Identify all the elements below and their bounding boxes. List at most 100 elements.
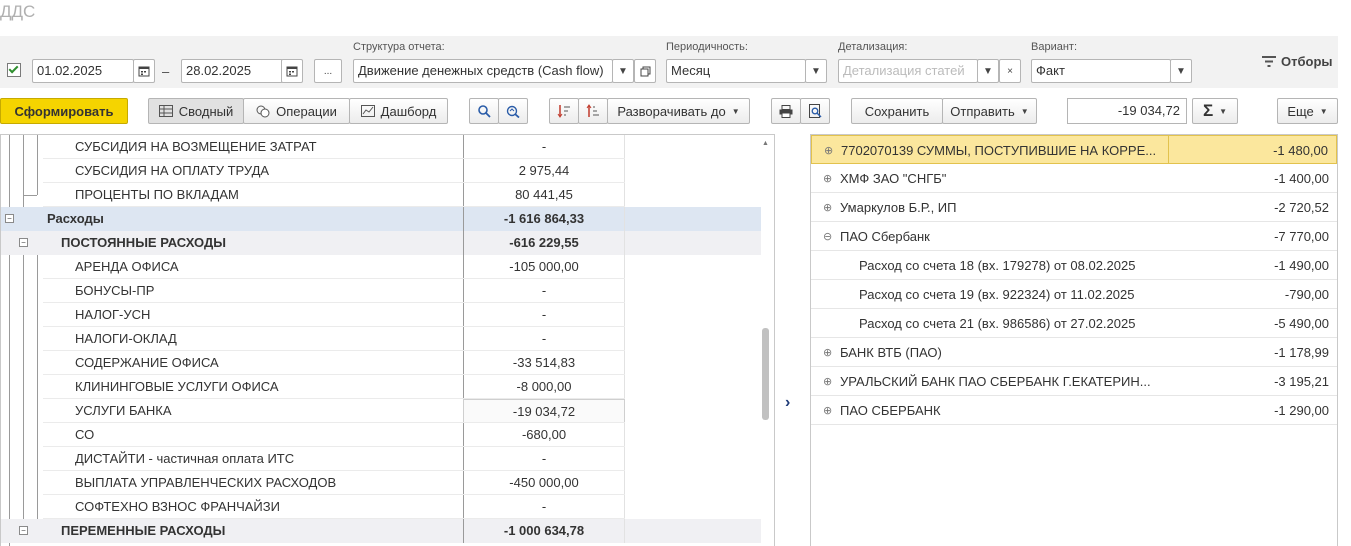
- calendar-to-icon[interactable]: [281, 59, 303, 83]
- scroll-up-icon[interactable]: ▲: [762, 140, 769, 147]
- filters-button[interactable]: Отборы: [1262, 54, 1333, 69]
- vertical-scrollbar[interactable]: ▲: [761, 140, 771, 546]
- periodicity-label: Периодичность:: [666, 41, 748, 53]
- period-choose-button[interactable]: ...: [314, 59, 342, 83]
- expand-to-button[interactable]: Разворачивать до ▼: [607, 98, 750, 124]
- report-row[interactable]: БОНУСЫ-ПР -: [1, 279, 761, 303]
- expand-icon[interactable]: ⊕: [824, 144, 833, 157]
- structure-select[interactable]: Движение денежных средств (Cash flow): [353, 59, 613, 83]
- collapse-icon[interactable]: ⊖: [823, 230, 832, 243]
- row-value: -1 178,99: [1274, 345, 1329, 360]
- find-next-button[interactable]: [498, 98, 528, 124]
- report-row[interactable]: СОФТЕХНО ВЗНОС ФРАНЧАЙЗИ -: [1, 495, 761, 519]
- row-name: Расход со счета 21 (вх. 986586) от 27.02…: [859, 316, 1136, 331]
- chevron-down-icon: ▼: [1319, 106, 1328, 116]
- details-row[interactable]: ⊕ ПАО СБЕРБАНК -1 290,00: [811, 396, 1337, 425]
- chevron-down-icon: ▼: [1219, 106, 1228, 116]
- row-name: ПАО СБЕРБАНК: [840, 403, 941, 418]
- expand-icon[interactable]: ⊕: [823, 375, 832, 388]
- chevron-down-icon[interactable]: ▼: [612, 59, 634, 83]
- row-value: -2 720,52: [1274, 200, 1329, 215]
- sum-mode-button[interactable]: Σ ▼: [1192, 98, 1238, 124]
- report-row[interactable]: ПРОЦЕНТЫ ПО ВКЛАДАМ 80 441,45: [1, 183, 761, 207]
- expand-icon[interactable]: ⊕: [823, 201, 832, 214]
- date-to-field[interactable]: 28.02.2025: [181, 59, 283, 83]
- collapse-icon[interactable]: −: [19, 238, 28, 247]
- report-row[interactable]: АРЕНДА ОФИСА -105 000,00: [1, 255, 761, 279]
- sort-desc-button[interactable]: [549, 98, 579, 124]
- sort-asc-button[interactable]: [578, 98, 608, 124]
- more-label: Еще: [1287, 103, 1314, 119]
- expand-icon[interactable]: ⊕: [823, 404, 832, 417]
- periodicity-select[interactable]: Месяц: [666, 59, 806, 83]
- row-name: Расход со счета 19 (вх. 922324) от 11.02…: [859, 287, 1135, 302]
- row-value: -1 000 634,78: [463, 519, 625, 543]
- date-from-field[interactable]: 01.02.2025: [32, 59, 134, 83]
- row-name: НАЛОГИ-ОКЛАД: [75, 331, 177, 346]
- chevron-down-icon: ▼: [731, 106, 740, 116]
- report-row[interactable]: НАЛОГ-УСН -: [1, 303, 761, 327]
- dashboard-button[interactable]: Дашборд: [349, 98, 448, 124]
- more-button[interactable]: Еще ▼: [1277, 98, 1338, 124]
- details-row[interactable]: ⊕ УРАЛЬСКИЙ БАНК ПАО СБЕРБАНК Г.ЕКАТЕРИН…: [811, 367, 1337, 396]
- row-value: -616 229,55: [463, 231, 625, 255]
- details-row-selected[interactable]: ⊕ 7702070139 СУММЫ, ПОСТУПИВШИЕ НА КОРРЕ…: [811, 135, 1337, 164]
- generate-button[interactable]: Сформировать: [0, 98, 128, 124]
- search-button[interactable]: [469, 98, 499, 124]
- report-row[interactable]: СО -680,00: [1, 423, 761, 447]
- row-name: СОДЕРЖАНИЕ ОФИСА: [75, 355, 219, 370]
- row-value: -7 770,00: [1274, 229, 1329, 244]
- collapse-icon[interactable]: −: [19, 526, 28, 535]
- preview-button[interactable]: [800, 98, 830, 124]
- panel-toggle-icon[interactable]: ›: [785, 394, 790, 412]
- row-value: -1 290,00: [1274, 403, 1329, 418]
- details-subrow[interactable]: Расход со счета 21 (вх. 986586) от 27.02…: [811, 309, 1337, 338]
- row-name: Умаркулов Б.Р., ИП: [840, 200, 957, 215]
- row-name: АРЕНДА ОФИСА: [75, 259, 179, 274]
- details-row[interactable]: ⊕ БАНК ВТБ (ПАО) -1 178,99: [811, 338, 1337, 367]
- chevron-down-icon: ▼: [1020, 106, 1029, 116]
- selection-sum-field[interactable]: -19 034,72: [1067, 98, 1187, 124]
- table-icon: [158, 105, 173, 117]
- report-row[interactable]: ВЫПЛАТА УПРАВЛЕНЧЕСКИХ РАСХОДОВ -450 000…: [1, 471, 761, 495]
- report-group-row[interactable]: − ПОСТОЯННЫЕ РАСХОДЫ -616 229,55: [1, 231, 761, 255]
- row-name: УСЛУГИ БАНКА: [75, 403, 172, 418]
- details-subrow[interactable]: Расход со счета 18 (вх. 179278) от 08.02…: [811, 251, 1337, 280]
- operations-button[interactable]: Операции: [243, 98, 350, 124]
- details-subrow[interactable]: Расход со счета 19 (вх. 922324) от 11.02…: [811, 280, 1337, 309]
- operations-label: Операции: [276, 103, 337, 119]
- send-label: Отправить: [950, 103, 1015, 119]
- save-button[interactable]: Сохранить: [851, 98, 943, 124]
- chevron-down-icon[interactable]: ▼: [1170, 59, 1192, 83]
- chevron-down-icon[interactable]: ▼: [977, 59, 999, 83]
- report-row[interactable]: СУБСИДИЯ НА ОПЛАТУ ТРУДА 2 975,44: [1, 159, 761, 183]
- collapse-icon[interactable]: −: [5, 214, 14, 223]
- report-group-row[interactable]: − Расходы -1 616 864,33: [1, 207, 761, 231]
- calendar-from-icon[interactable]: [133, 59, 155, 83]
- detail-select[interactable]: Детализация статей: [838, 59, 978, 83]
- details-row[interactable]: ⊕ ХМФ ЗАО "СНГБ" -1 400,00: [811, 164, 1337, 193]
- printer-icon: [779, 104, 793, 118]
- row-value: -680,00: [463, 423, 625, 447]
- scroll-thumb[interactable]: [762, 328, 769, 420]
- report-row-selected[interactable]: УСЛУГИ БАНКА -19 034,72: [1, 399, 761, 423]
- send-button[interactable]: Отправить ▼: [942, 98, 1037, 124]
- details-row[interactable]: ⊖ ПАО Сбербанк -7 770,00: [811, 222, 1337, 251]
- print-button[interactable]: [771, 98, 801, 124]
- clear-icon[interactable]: ×: [999, 59, 1021, 83]
- report-row[interactable]: КЛИНИНГОВЫЕ УСЛУГИ ОФИСА -8 000,00: [1, 375, 761, 399]
- open-icon[interactable]: [634, 59, 656, 83]
- expand-icon[interactable]: ⊕: [823, 346, 832, 359]
- chevron-down-icon[interactable]: ▼: [805, 59, 827, 83]
- report-row[interactable]: НАЛОГИ-ОКЛАД -: [1, 327, 761, 351]
- report-group-row[interactable]: − ПЕРЕМЕННЫЕ РАСХОДЫ -1 000 634,78: [1, 519, 761, 543]
- report-row[interactable]: СОДЕРЖАНИЕ ОФИСА -33 514,83: [1, 351, 761, 375]
- variant-select[interactable]: Факт: [1031, 59, 1171, 83]
- details-row[interactable]: ⊕ Умаркулов Б.Р., ИП -2 720,52: [811, 193, 1337, 222]
- report-row[interactable]: ДИСТАЙТИ - частичная оплата ИТС -: [1, 447, 761, 471]
- row-name: ПОСТОЯННЫЕ РАСХОДЫ: [61, 235, 226, 250]
- expand-icon[interactable]: ⊕: [823, 172, 832, 185]
- summary-button[interactable]: Сводный: [148, 98, 244, 124]
- report-row[interactable]: СУБСИДИЯ НА ВОЗМЕЩЕНИЕ ЗАТРАТ -: [1, 135, 761, 159]
- period-checkbox[interactable]: [7, 63, 21, 77]
